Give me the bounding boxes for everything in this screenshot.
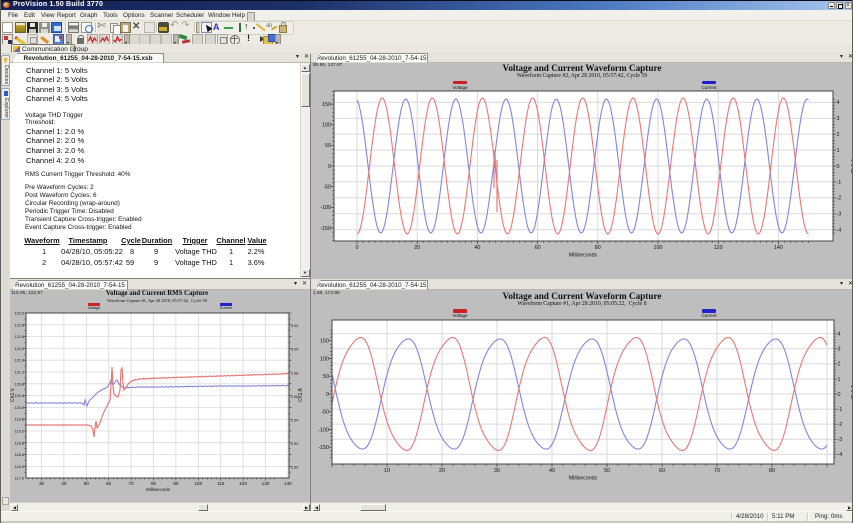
- svg-text:Milliseconds: Milliseconds: [146, 487, 171, 492]
- svg-text:122.8: 122.8: [14, 323, 24, 327]
- svg-text:50: 50: [84, 481, 90, 486]
- svg-text:-100: -100: [318, 427, 329, 433]
- svg-text:Ch1 V: Ch1 V: [10, 387, 16, 402]
- svg-text:40: 40: [474, 245, 480, 251]
- svg-text:3: 3: [838, 347, 841, 353]
- svg-text:20: 20: [414, 245, 420, 251]
- svg-text:100: 100: [320, 356, 329, 362]
- svg-text:-150: -150: [320, 226, 331, 232]
- svg-text:-2: -2: [838, 422, 843, 428]
- svg-text:Milliseconds: Milliseconds: [569, 253, 598, 259]
- svg-text:-50: -50: [321, 410, 329, 416]
- svg-text:-1: -1: [838, 407, 843, 413]
- svg-text:100: 100: [322, 123, 331, 129]
- svg-text:122.0: 122.0: [14, 347, 24, 351]
- svg-text:60: 60: [535, 245, 541, 251]
- svg-text:0: 0: [356, 245, 359, 251]
- svg-text:3.02: 3.02: [291, 324, 298, 328]
- svg-text:119.6: 119.6: [15, 418, 24, 422]
- svg-text:117.6: 117.6: [15, 477, 24, 481]
- svg-text:10: 10: [384, 468, 390, 474]
- svg-text:110: 110: [217, 481, 225, 486]
- svg-text:-3: -3: [838, 437, 843, 443]
- svg-text:-100: -100: [320, 205, 331, 211]
- svg-text:80: 80: [769, 468, 775, 474]
- svg-text:-4: -4: [837, 228, 842, 234]
- svg-text:120.0: 120.0: [14, 406, 24, 410]
- svg-text:40: 40: [61, 481, 67, 486]
- svg-text:-150: -150: [318, 445, 329, 451]
- svg-text:50: 50: [325, 143, 331, 149]
- svg-text:121.6: 121.6: [14, 359, 24, 363]
- svg-text:-4: -4: [838, 452, 843, 458]
- svg-text:150: 150: [322, 102, 331, 108]
- svg-text:30: 30: [494, 468, 500, 474]
- svg-text:122.4: 122.4: [14, 335, 24, 339]
- svg-text:119.2: 119.2: [15, 430, 24, 434]
- svg-text:120: 120: [239, 481, 247, 486]
- svg-text:2.98: 2.98: [291, 371, 298, 375]
- svg-text:123.2: 123.2: [14, 312, 24, 316]
- svg-text:20: 20: [439, 468, 445, 474]
- svg-text:120: 120: [714, 245, 723, 251]
- svg-text:3: 3: [837, 116, 840, 122]
- svg-text:90: 90: [173, 481, 179, 486]
- svg-text:118.4: 118.4: [15, 453, 24, 457]
- svg-text:1: 1: [838, 377, 841, 383]
- svg-text:30: 30: [39, 481, 45, 486]
- svg-text:70: 70: [714, 468, 720, 474]
- svg-text:4: 4: [837, 100, 840, 106]
- svg-text:121.2: 121.2: [14, 371, 24, 375]
- svg-text:2: 2: [838, 362, 841, 368]
- svg-text:50: 50: [323, 374, 329, 380]
- svg-text:2.90: 2.90: [291, 466, 298, 470]
- svg-text:80: 80: [151, 481, 157, 486]
- svg-text:-1: -1: [837, 180, 842, 186]
- svg-text:0: 0: [328, 164, 331, 170]
- svg-text:120.8: 120.8: [14, 382, 24, 386]
- svg-text:2.94: 2.94: [291, 419, 298, 423]
- svg-text:70: 70: [129, 481, 135, 486]
- svg-text:50: 50: [604, 468, 610, 474]
- svg-text:3.00: 3.00: [291, 348, 298, 352]
- svg-text:60: 60: [659, 468, 665, 474]
- svg-text:-2: -2: [837, 196, 842, 202]
- svg-text:0: 0: [838, 392, 841, 398]
- svg-text:2.92: 2.92: [291, 442, 298, 446]
- svg-text:130: 130: [262, 481, 270, 486]
- svg-text:40: 40: [549, 468, 555, 474]
- svg-text:60: 60: [106, 481, 112, 486]
- svg-text:140: 140: [774, 245, 783, 251]
- svg-text:150: 150: [320, 339, 329, 345]
- svg-text:4: 4: [838, 332, 841, 338]
- svg-text:100: 100: [194, 481, 202, 486]
- svg-text:100: 100: [654, 245, 663, 251]
- svg-text:118.0: 118.0: [15, 465, 24, 469]
- svg-text:1: 1: [837, 148, 840, 154]
- svg-text:-50: -50: [323, 185, 331, 191]
- svg-text:2: 2: [837, 132, 840, 138]
- svg-text:-3: -3: [837, 212, 842, 218]
- svg-text:Milliseconds: Milliseconds: [569, 476, 598, 482]
- svg-text:0: 0: [837, 164, 840, 170]
- svg-text:118.8: 118.8: [15, 441, 24, 445]
- svg-text:0: 0: [326, 392, 329, 398]
- svg-text:140: 140: [284, 481, 292, 486]
- svg-text:80: 80: [595, 245, 601, 251]
- svg-text:Ch1 A: Ch1 A: [298, 388, 304, 402]
